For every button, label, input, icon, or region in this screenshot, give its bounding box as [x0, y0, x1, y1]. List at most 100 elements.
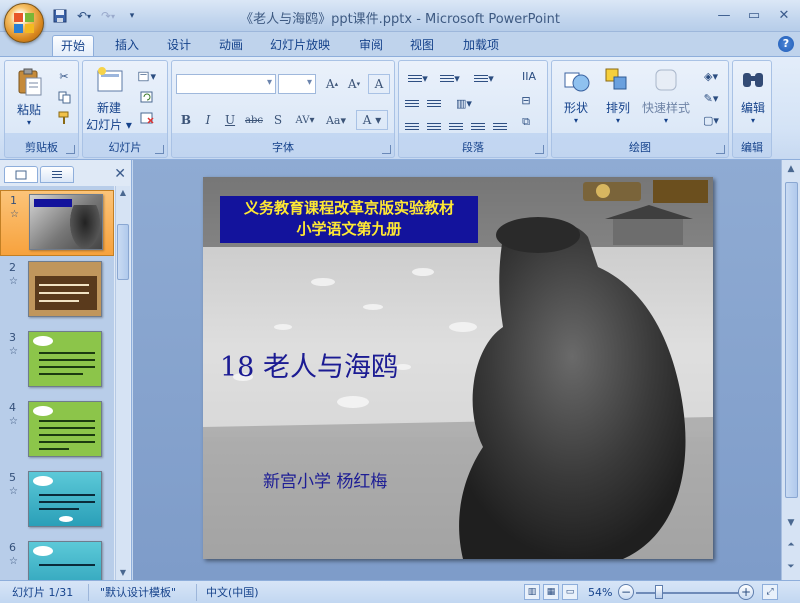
maximize-icon[interactable]: ▭ — [744, 6, 764, 24]
close-icon[interactable]: ✕ — [774, 6, 794, 24]
zoom-slider-knob[interactable] — [655, 585, 664, 599]
align-text-icon[interactable]: ⊟ — [517, 91, 535, 109]
strikethrough-icon[interactable]: abc — [242, 110, 266, 130]
office-button[interactable] — [4, 3, 44, 43]
tab-slideshow[interactable]: 幻灯片放映 — [262, 35, 338, 56]
slide-sorter-icon[interactable]: ▦ — [543, 584, 559, 600]
distributed-icon[interactable] — [491, 117, 509, 135]
shrink-font-icon[interactable]: A ▾ — [344, 74, 364, 94]
scroll-down-icon[interactable]: ▼ — [116, 566, 130, 580]
zoom-level[interactable]: 54% — [588, 585, 612, 600]
quick-styles-icon — [650, 65, 682, 95]
window-controls: — ▭ ✕ — [714, 6, 794, 24]
columns-icon[interactable]: ▥▾ — [449, 94, 479, 112]
decrease-indent-icon[interactable] — [403, 94, 421, 112]
thumbnail-image — [28, 261, 102, 317]
help-icon[interactable]: ? — [778, 36, 794, 52]
clear-formatting-icon[interactable]: A — [368, 74, 390, 94]
slideshow-view-icon[interactable]: ▭ — [562, 584, 578, 600]
thumbnail-scrollbar[interactable]: ▲ ▼ — [115, 186, 130, 580]
animation-star-icon: ☆ — [9, 346, 18, 357]
slide-thumbnail-2[interactable]: 2 ☆ — [0, 258, 114, 324]
layout-icon[interactable]: ▾ — [138, 67, 156, 85]
animation-star-icon: ☆ — [9, 276, 18, 287]
language-indicator[interactable]: 中文(中国) — [206, 585, 259, 600]
close-pane-icon[interactable]: ✕ — [114, 166, 126, 182]
numbering-icon[interactable]: ▾ — [435, 69, 465, 87]
text-shadow-icon[interactable]: S — [268, 110, 288, 130]
align-center-icon[interactable] — [425, 117, 443, 135]
align-left-icon[interactable] — [403, 117, 421, 135]
text-direction-icon[interactable]: IIA — [517, 67, 541, 85]
cut-icon[interactable]: ✂ — [55, 67, 73, 85]
drawing-launcher-icon[interactable] — [716, 145, 725, 154]
scrollbar-thumb[interactable] — [785, 182, 798, 498]
scroll-down-icon[interactable]: ▼ — [784, 516, 798, 530]
slide-scrollbar[interactable]: ▲ ▼ ⏶ ⏷ — [781, 160, 800, 580]
tab-review[interactable]: 审阅 — [351, 35, 391, 56]
slide-title[interactable]: 18 老人与海鸥 — [220, 345, 398, 384]
slides-pane: ✕ 1 ☆ 2 ☆ 3 ☆ 4 ☆ 5 ☆ 6 ☆ ▲ ▼ — [0, 160, 132, 580]
slide-thumbnail-5[interactable]: 5 ☆ — [0, 468, 114, 534]
edit-button[interactable]: 编辑 ▾ — [733, 65, 773, 125]
tab-view[interactable]: 视图 — [402, 35, 442, 56]
slide-thumbnail-1[interactable]: 1 ☆ — [0, 190, 114, 256]
arrange-button[interactable]: 排列 ▾ — [598, 65, 638, 125]
zoom-in-icon[interactable]: + — [738, 584, 754, 600]
bold-icon[interactable]: B — [176, 110, 196, 130]
new-slide-button[interactable]: 新建 幻灯片 ▾ — [85, 65, 133, 133]
smartart-icon[interactable]: ⧉ — [517, 113, 535, 131]
zoom-slider-track[interactable] — [636, 592, 738, 594]
next-slide-icon[interactable]: ⏷ — [784, 560, 798, 574]
line-spacing-icon[interactable]: ▾ — [469, 69, 499, 87]
clipboard-launcher-icon[interactable] — [66, 145, 75, 154]
font-name-combo[interactable] — [176, 74, 276, 94]
outline-tab-icon[interactable] — [40, 166, 74, 183]
slides-group: 新建 幻灯片 ▾ ▾ 幻灯片 — [82, 60, 168, 158]
fit-to-window-icon[interactable]: ⤢ — [762, 584, 778, 600]
grow-font-icon[interactable]: A ▴ — [322, 74, 342, 94]
justify-icon[interactable] — [469, 117, 487, 135]
slide-header-box[interactable]: 义务教育课程改革京版实验教材 小学语文第九册 — [220, 196, 478, 243]
tab-home[interactable]: 开始 — [52, 35, 95, 56]
align-right-icon[interactable] — [447, 117, 465, 135]
tab-addins[interactable]: 加载项 — [455, 35, 507, 56]
bullets-icon[interactable]: ▾ — [403, 69, 433, 87]
quick-styles-button[interactable]: 快速样式 ▾ — [640, 65, 692, 125]
shape-effects-icon[interactable]: ▢▾ — [698, 111, 724, 129]
tab-animations[interactable]: 动画 — [211, 35, 251, 56]
italic-icon[interactable]: I — [198, 110, 218, 130]
slides-tab-icon[interactable] — [4, 166, 38, 183]
shapes-button[interactable]: 形状 ▾ — [556, 65, 596, 125]
paste-button[interactable]: 粘贴 ▾ — [9, 67, 49, 127]
slide-thumbnail-6[interactable]: 6 ☆ — [0, 538, 114, 580]
slide-thumbnail-3[interactable]: 3 ☆ — [0, 328, 114, 394]
underline-icon[interactable]: U — [220, 110, 240, 130]
format-painter-icon[interactable] — [55, 109, 73, 127]
current-slide[interactable]: 义务教育课程改革京版实验教材 小学语文第九册 18 老人与海鸥 新宫小学 杨红梅 — [203, 177, 713, 559]
previous-slide-icon[interactable]: ⏶ — [784, 538, 798, 552]
shape-fill-icon[interactable]: ◈▾ — [698, 67, 724, 85]
change-case-icon[interactable]: Aa▾ — [322, 110, 350, 130]
scrollbar-thumb[interactable] — [117, 224, 129, 280]
font-color-icon[interactable]: A ▾ — [356, 110, 388, 130]
font-launcher-icon[interactable] — [382, 145, 391, 154]
copy-icon[interactable] — [55, 88, 73, 106]
tab-insert[interactable]: 插入 — [107, 35, 147, 56]
character-spacing-icon[interactable]: AV▾ — [290, 110, 320, 130]
scroll-up-icon[interactable]: ▲ — [116, 186, 130, 200]
normal-view-icon[interactable]: ▥ — [524, 584, 540, 600]
paragraph-launcher-icon[interactable] — [535, 145, 544, 154]
shape-outline-icon[interactable]: ✎▾ — [698, 89, 724, 107]
increase-indent-icon[interactable] — [425, 94, 443, 112]
delete-slide-icon[interactable] — [138, 109, 156, 127]
scroll-up-icon[interactable]: ▲ — [784, 162, 798, 176]
font-size-combo[interactable] — [278, 74, 316, 94]
tab-design[interactable]: 设计 — [159, 35, 199, 56]
minimize-icon[interactable]: — — [714, 6, 734, 24]
reset-slide-icon[interactable] — [138, 88, 156, 106]
slide-author[interactable]: 新宫小学 杨红梅 — [263, 467, 387, 492]
slide-thumbnail-4[interactable]: 4 ☆ — [0, 398, 114, 464]
slides-launcher-icon[interactable] — [155, 145, 164, 154]
zoom-out-icon[interactable]: − — [618, 584, 634, 600]
